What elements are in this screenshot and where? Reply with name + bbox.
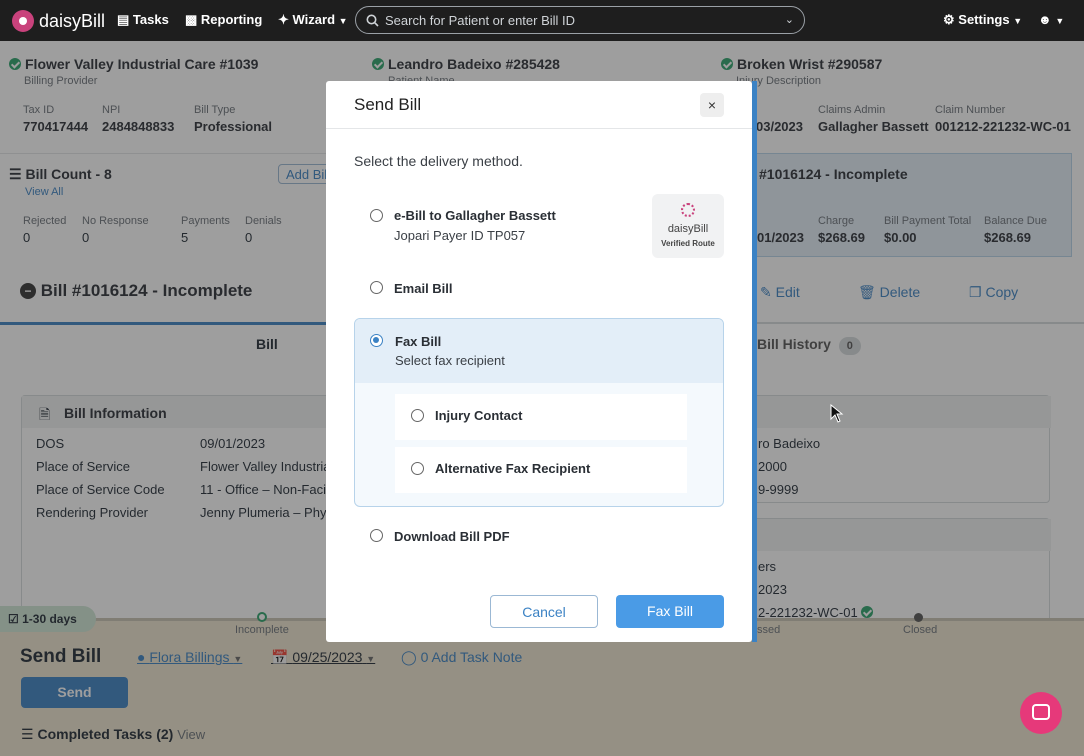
close-icon[interactable]: × [700,93,724,117]
modal-divider [326,128,752,129]
chevron-down-icon: ▼ [338,16,348,26]
nav-settings-label: Settings [958,12,1010,27]
verified-route-badge: daisyBill Verified Route [652,194,724,258]
bar-chart-icon: ▩ [185,12,198,27]
search-chevron-icon[interactable]: ⌄ [785,13,794,26]
fax-radio[interactable] [370,334,383,347]
chat-launcher-button[interactable] [1020,692,1062,734]
user-avatar-icon: ☻ [1038,12,1052,27]
nav-wizard-label: Wizard [292,12,336,27]
mouse-cursor-icon [830,404,844,423]
search-icon [366,14,379,27]
chevron-down-icon: ▼ [1013,16,1023,26]
cancel-button[interactable]: Cancel [490,595,598,628]
nav-reporting-label: Reporting [200,12,263,27]
logo-text: daisyBill [39,11,106,31]
chevron-down-icon: ▼ [1055,16,1065,26]
verified-route-text: Verified Route [661,239,715,248]
ebill-payer-id: Jopari Payer ID TP057 [394,228,526,243]
alternative-fax-label[interactable]: Alternative Fax Recipient [435,461,590,476]
download-label[interactable]: Download Bill PDF [394,529,510,544]
nav-tasks[interactable]: ▤ Tasks [117,12,169,28]
download-radio[interactable] [370,529,383,542]
modal-subtitle: Select the delivery method. [354,153,523,169]
injury-contact-radio[interactable] [411,409,424,422]
daisy-logo-icon [681,203,695,217]
verified-logo-text: daisyBill [667,223,709,235]
email-label[interactable]: Email Bill [394,281,453,296]
top-nav: daisyBill ▤ Tasks ▩ Reporting ✦ Wizard ▼… [0,0,1084,41]
user-menu[interactable]: ☻ ▼ [1038,12,1064,27]
injury-contact-option[interactable]: Injury Contact [395,394,687,440]
nav-settings[interactable]: ⚙ Settings ▼ [943,12,1022,28]
fax-bill-button[interactable]: Fax Bill [616,595,724,628]
modal-title: Send Bill [354,95,422,114]
daisy-logo-icon [12,10,34,32]
fax-option-header[interactable] [355,319,723,383]
modal-edge [752,81,757,642]
email-radio[interactable] [370,281,383,294]
wand-icon: ✦ [278,12,289,27]
ebill-label[interactable]: e-Bill to Gallagher Bassett [394,208,556,223]
alternative-fax-radio[interactable] [411,462,424,475]
send-bill-modal: Send Bill × Select the delivery method. … [326,81,752,642]
nav-reporting[interactable]: ▩ Reporting [185,12,262,28]
ebill-radio[interactable] [370,209,383,222]
chat-icon [1032,704,1050,720]
alternative-fax-option[interactable]: Alternative Fax Recipient [395,447,687,493]
fax-sub-label: Select fax recipient [395,353,505,368]
gear-icon: ⚙ [943,12,955,27]
search-bar[interactable]: Search for Patient or enter Bill ID ⌄ [355,6,805,34]
fax-option-box: Fax Bill Select fax recipient Injury Con… [354,318,724,507]
search-placeholder: Search for Patient or enter Bill ID [385,13,576,28]
nav-wizard[interactable]: ✦ Wizard ▼ [278,12,348,28]
nav-tasks-label: Tasks [132,12,169,27]
fax-label[interactable]: Fax Bill [395,334,441,349]
tasks-icon: ▤ [117,12,130,27]
injury-contact-label[interactable]: Injury Contact [435,408,522,423]
